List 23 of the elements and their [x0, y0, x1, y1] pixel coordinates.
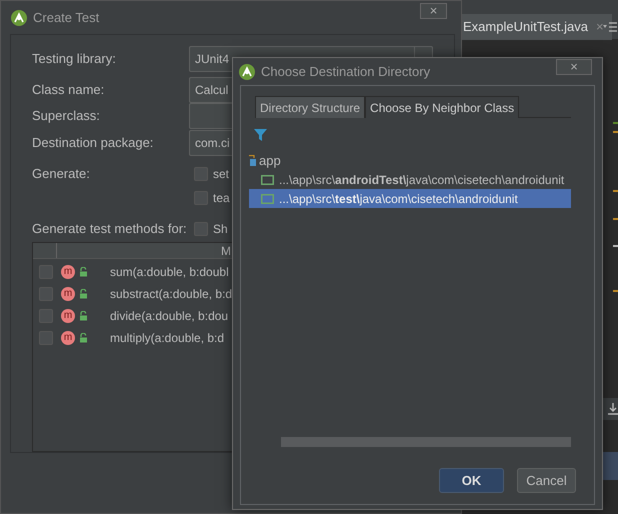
- field-label: Generate test methods for:: [32, 220, 188, 238]
- field-label: Testing library:: [32, 50, 117, 68]
- field-label: Superclass:: [32, 107, 101, 126]
- tab-label: ExampleUnitTest.java: [463, 18, 588, 36]
- field-label: Class name:: [32, 81, 106, 100]
- window-title: Choose Destination Directory: [261, 62, 430, 81]
- checkbox-label: set: [213, 166, 230, 183]
- tree-item-label: ...\app\src\test\java\com\cisetech\androidunit: [279, 190, 518, 208]
- tree-item-label: ...\app\src\androidTest\java\com\cisetech\androidunit: [279, 172, 564, 188]
- field-label: Generate:: [32, 165, 91, 184]
- method-signature: sum(a:double, b:doubl: [110, 264, 229, 281]
- method-icon: m: [61, 331, 75, 345]
- method-icon: m: [61, 309, 75, 323]
- method-icon: m: [61, 265, 75, 279]
- checkbox-label: tea: [213, 190, 230, 207]
- column-header: M: [220, 243, 231, 258]
- checkbox-label: Sh: [213, 221, 228, 238]
- field-label: Destination package:: [32, 134, 154, 152]
- method-icon: m: [61, 287, 75, 301]
- method-signature: multiply(a:double, b:d: [110, 330, 224, 347]
- window-title: Create Test: [33, 8, 100, 27]
- method-signature: substract(a:double, b:d: [110, 286, 232, 303]
- method-signature: divide(a:double, b:dou: [110, 308, 228, 325]
